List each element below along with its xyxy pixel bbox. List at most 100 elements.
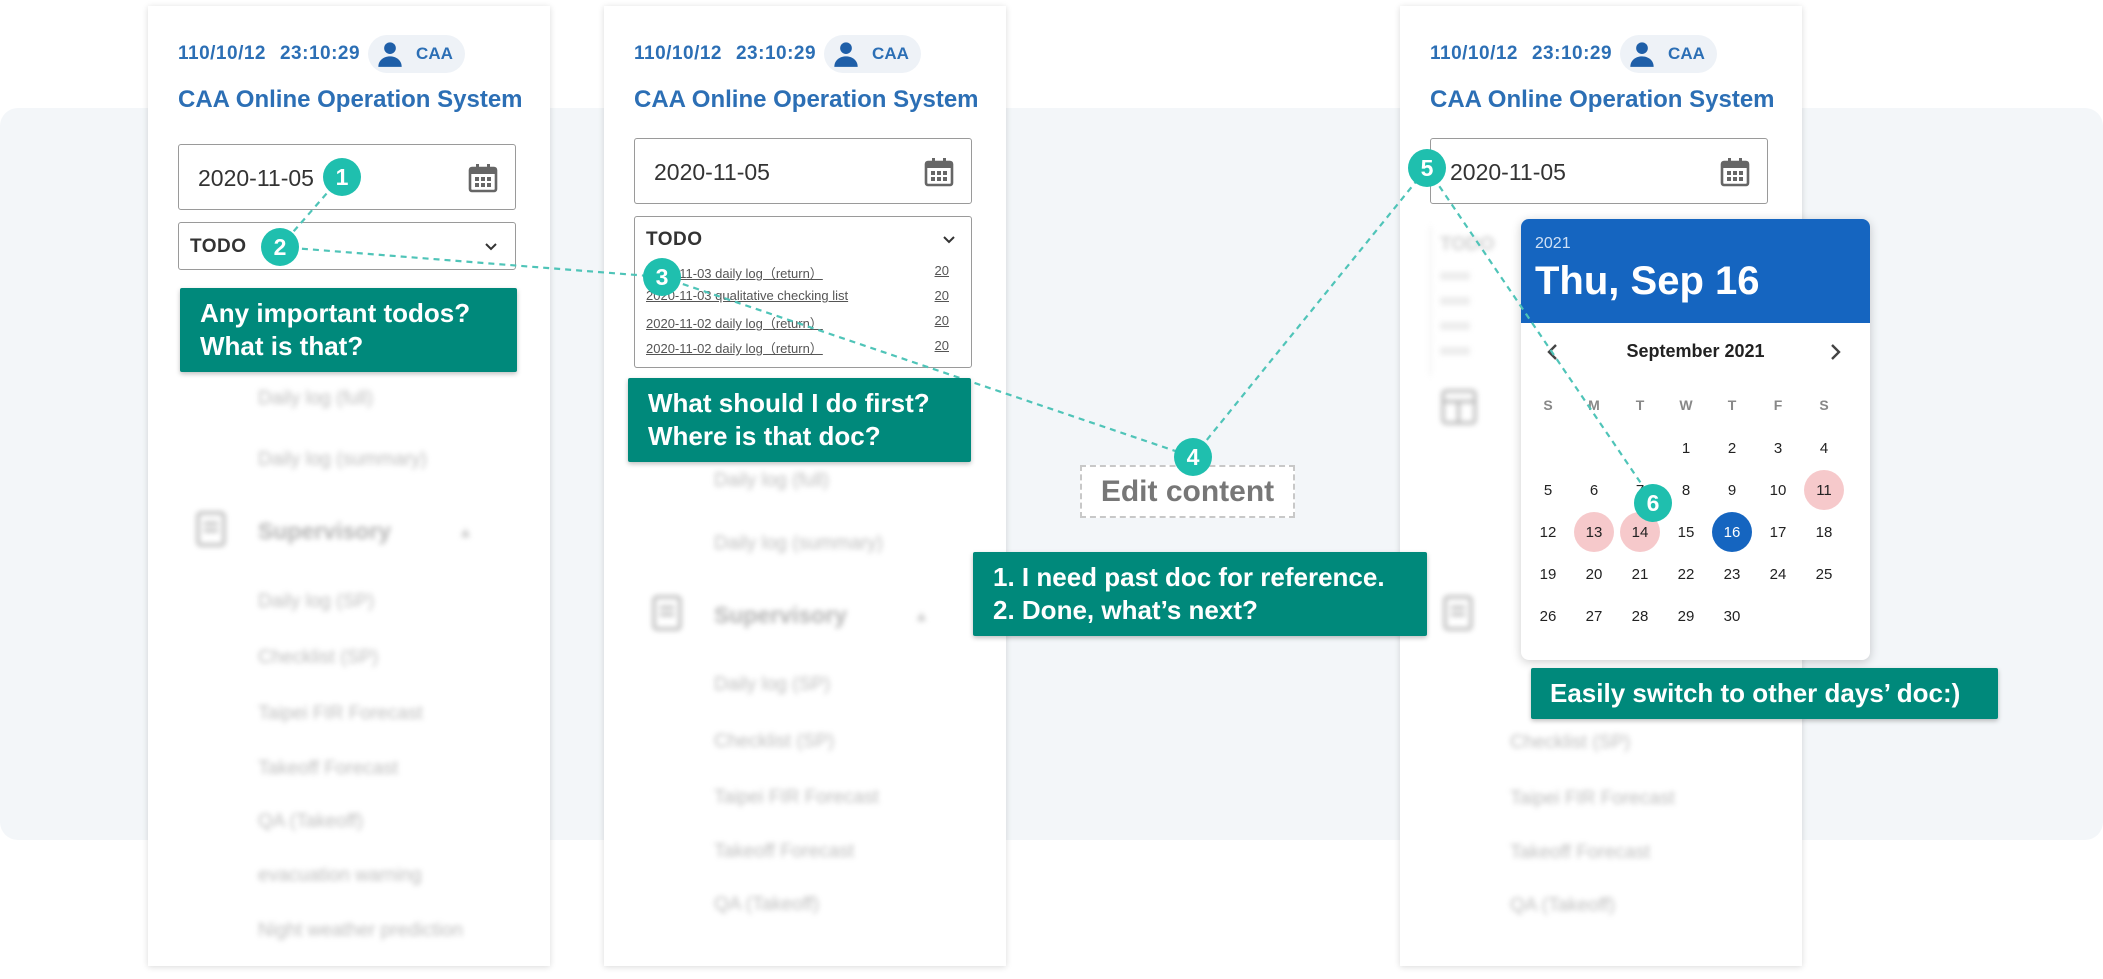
calendar-day[interactable]: 3 xyxy=(1758,428,1798,468)
menu-daily-log-summary[interactable]: Daily log (summary) xyxy=(258,449,427,471)
menu-daily-log-full[interactable]: Daily log (full) xyxy=(714,470,829,492)
user-account-pill[interactable]: CAA xyxy=(824,35,921,73)
menu-qa-takeoff[interactable]: QA (Takeoff) xyxy=(1510,895,1615,917)
menu-supervisory[interactable]: Supervisory xyxy=(714,602,847,629)
weekday-label: T xyxy=(1727,397,1737,413)
calendar-icon[interactable] xyxy=(923,156,955,188)
user-account-pill[interactable]: CAA xyxy=(368,35,465,73)
user-name: CAA xyxy=(1668,44,1705,63)
header-date: 110/10/12 xyxy=(634,43,722,64)
calendar-day[interactable]: 9 xyxy=(1712,470,1752,510)
step-badge-3: 3 xyxy=(643,258,681,296)
calendar-day[interactable]: 26 xyxy=(1528,596,1568,636)
calendar-day[interactable]: 30 xyxy=(1712,596,1752,636)
user-account-pill[interactable]: CAA xyxy=(1620,35,1717,73)
menu-night-weather[interactable]: Night weather prediction xyxy=(258,920,463,942)
user-icon xyxy=(378,42,402,67)
caret-up-icon: ▲ xyxy=(914,608,929,625)
todo-item-count[interactable]: 20 xyxy=(935,263,949,278)
todo-item-count[interactable]: 20 xyxy=(935,313,949,328)
todo-item-link[interactable]: 2020-11-03 qualitative checking list xyxy=(646,288,848,303)
caret-up-icon: ▲ xyxy=(458,524,473,541)
calendar-day[interactable]: 8 xyxy=(1666,470,1706,510)
callout-switch-days: Easily switch to other days’ doc:) xyxy=(1531,668,1998,719)
todo-item-count[interactable]: 20 xyxy=(935,338,949,353)
calendar-day[interactable]: 23 xyxy=(1712,554,1752,594)
todo-label: TODO xyxy=(190,236,247,257)
calendar-icon[interactable] xyxy=(467,162,499,194)
menu-qa-takeoff[interactable]: QA (Takeoff) xyxy=(258,811,363,833)
calendar-day[interactable]: 21 xyxy=(1620,554,1660,594)
calendar-day[interactable]: 12 xyxy=(1528,512,1568,552)
chevron-down-icon xyxy=(485,243,497,251)
todo-item-link[interactable]: 2020-11-02 daily log（return） xyxy=(646,313,823,332)
calendar-day[interactable]: 10 xyxy=(1758,470,1798,510)
weekday-label: M xyxy=(1588,397,1600,413)
menu-checklist-sp[interactable]: Checklist (SP) xyxy=(1510,732,1630,754)
picker-year[interactable]: 2021 xyxy=(1535,235,1571,253)
callout-text: 1. I need past doc for reference. xyxy=(993,562,1385,592)
todo-item-count[interactable]: 20 xyxy=(935,288,949,303)
calendar-day[interactable]: 4 xyxy=(1804,428,1844,468)
menu-daily-log-summary[interactable]: Daily log (summary) xyxy=(714,533,883,555)
menu-taipei-fir[interactable]: Taipei FIR Forecast xyxy=(714,787,879,809)
date-picker-header: 2021 Thu, Sep 16 xyxy=(1521,219,1870,323)
menu-evacuation-warning[interactable]: evacuation warning xyxy=(258,865,422,887)
document-icon xyxy=(652,595,682,631)
step-badge-5: 5 xyxy=(1408,149,1446,187)
callout-text: 2. Done, what’s next? xyxy=(993,595,1258,625)
todo-label-ghost: TODO xyxy=(1440,234,1495,255)
calendar-day[interactable]: 2 xyxy=(1712,428,1752,468)
calendar-day[interactable]: 27 xyxy=(1574,596,1614,636)
calendar-day[interactable]: 5 xyxy=(1528,470,1568,510)
calendar-day[interactable]: 22 xyxy=(1666,554,1706,594)
document-icon xyxy=(1443,595,1473,631)
calendar-day-selected[interactable]: 16 xyxy=(1712,512,1752,552)
menu-checklist-sp[interactable]: Checklist (SP) xyxy=(714,731,834,753)
menu-daily-log-sp[interactable]: Daily log (SP) xyxy=(714,674,830,696)
callout-past-doc: 1. I need past doc for reference. 2. Don… xyxy=(973,552,1427,636)
calendar-day[interactable]: 25 xyxy=(1804,554,1844,594)
calendar-day-highlighted[interactable]: 11 xyxy=(1804,470,1844,510)
picker-month-label: September 2021 xyxy=(1626,341,1765,361)
menu-takeoff-forecast[interactable]: Takeoff Forecast xyxy=(258,758,398,780)
todo-line-ghost xyxy=(1440,297,1470,305)
date-field[interactable]: 2020-11-05 xyxy=(1430,138,1768,204)
date-field[interactable]: 2020-11-05 xyxy=(634,138,972,204)
calendar-icon[interactable] xyxy=(1719,156,1751,188)
menu-takeoff-forecast[interactable]: Takeoff Forecast xyxy=(714,841,854,863)
todo-dropdown[interactable]: TODO xyxy=(178,222,516,270)
header-time: 23:10:29 xyxy=(1531,43,1613,64)
todo-line-ghost xyxy=(1440,272,1470,280)
chevron-right-icon[interactable] xyxy=(1823,340,1847,364)
calendar-day[interactable]: 6 xyxy=(1574,470,1614,510)
calendar-day-highlighted[interactable]: 13 xyxy=(1574,512,1614,552)
calendar-day[interactable]: 28 xyxy=(1620,596,1660,636)
menu-supervisory[interactable]: Supervisory xyxy=(258,518,391,545)
calendar-day[interactable]: 17 xyxy=(1758,512,1798,552)
menu-taipei-fir[interactable]: Taipei FIR Forecast xyxy=(258,703,423,725)
calendar-day[interactable]: 1 xyxy=(1666,428,1706,468)
header-date: 110/10/12 xyxy=(178,43,266,64)
calendar-day[interactable]: 19 xyxy=(1528,554,1568,594)
menu-taipei-fir[interactable]: Taipei FIR Forecast xyxy=(1510,788,1675,810)
menu-daily-log-sp[interactable]: Daily log (SP) xyxy=(258,591,374,613)
calendar-day[interactable]: 29 xyxy=(1666,596,1706,636)
calendar-day[interactable]: 24 xyxy=(1758,554,1798,594)
header-time: 23:10:29 xyxy=(279,43,361,64)
chevron-down-icon[interactable] xyxy=(941,232,957,248)
menu-daily-log-full[interactable]: Daily log (full) xyxy=(258,388,373,410)
screen-2-todo-expanded: 110/10/12 23:10:29 CAA CAA Online Operat… xyxy=(604,6,1006,966)
weekday-label: S xyxy=(1819,397,1829,413)
callout-what-first: What should I do first? Where is that do… xyxy=(628,378,971,462)
menu-checklist-sp[interactable]: Checklist (SP) xyxy=(258,647,378,669)
todo-item-link[interactable]: 2020-11-02 daily log（return） xyxy=(646,338,823,357)
calendar-day[interactable]: 18 xyxy=(1804,512,1844,552)
menu-qa-takeoff[interactable]: QA (Takeoff) xyxy=(714,894,819,916)
calendar-day[interactable]: 20 xyxy=(1574,554,1614,594)
date-value: 2020-11-05 xyxy=(198,165,314,191)
calendar-day[interactable]: 15 xyxy=(1666,512,1706,552)
callout-text: What is that? xyxy=(200,331,364,361)
weekday-label: F xyxy=(1773,397,1783,413)
menu-takeoff-forecast[interactable]: Takeoff Forecast xyxy=(1510,842,1650,864)
